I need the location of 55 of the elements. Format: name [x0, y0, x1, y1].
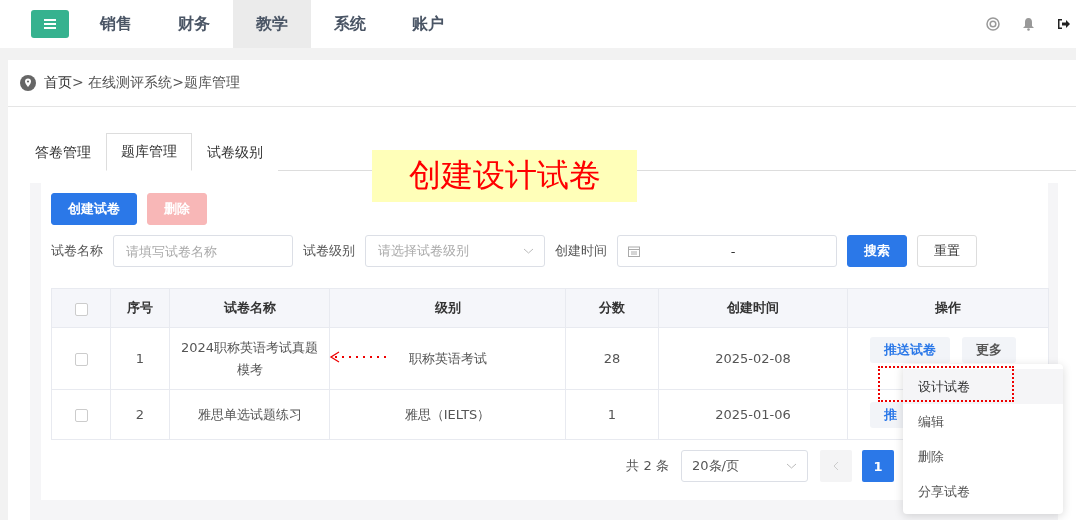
push-button[interactable]: 推送试卷	[870, 336, 950, 363]
table-cell: 2	[110, 389, 170, 440]
table-cell: 1	[110, 327, 170, 390]
chevron-down-icon	[786, 463, 797, 469]
chevron-left-icon	[833, 461, 839, 471]
table-cell: 1	[565, 389, 659, 440]
search-button[interactable]: 搜索	[847, 235, 907, 267]
column-header: 序号	[110, 288, 170, 328]
menu-item[interactable]: 分享试卷	[903, 474, 1063, 509]
menu-item[interactable]: 设计试卷	[903, 369, 1063, 404]
nav-item[interactable]: 销售	[77, 0, 155, 48]
chevron-down-icon	[523, 248, 534, 254]
breadcrumb-home[interactable]: 首页	[44, 74, 72, 92]
filter-label: 创建时间	[555, 242, 607, 260]
nav-item[interactable]: 教学	[233, 0, 311, 48]
location-pin-icon	[20, 75, 36, 91]
annotation-note: 创建设计试卷	[372, 150, 637, 202]
nav-item[interactable]: 账户	[389, 0, 467, 48]
create-button[interactable]: 创建试卷	[51, 193, 137, 225]
filter-label: 试卷级别	[303, 242, 355, 260]
total-count: 共 2 条	[626, 457, 669, 475]
table-cell: 雅思（IELTS）	[329, 389, 566, 440]
select-all-checkbox[interactable]	[74, 302, 88, 316]
bell-icon[interactable]	[1022, 17, 1035, 31]
lifebuoy-icon[interactable]	[986, 17, 1000, 31]
table-cell: 职称英语考试	[329, 327, 566, 390]
calendar-icon	[628, 245, 640, 257]
name-field[interactable]: 请填写试卷名称	[113, 235, 293, 267]
tab[interactable]: 题库管理	[106, 133, 192, 171]
table-cell: 2025-02-08	[658, 327, 848, 390]
sign-out-icon[interactable]	[1057, 18, 1070, 30]
menu-icon	[44, 19, 56, 29]
row-checkbox[interactable]	[74, 408, 88, 422]
column-header: 分数	[565, 288, 659, 328]
filter-label: 试卷名称	[51, 242, 103, 260]
column-header: 级别	[329, 288, 566, 328]
more-button[interactable]: 更多	[962, 336, 1016, 363]
menu-item[interactable]: 删除	[903, 439, 1063, 474]
reset-button[interactable]: 重置	[917, 235, 977, 267]
table-cell: 2025-01-06	[658, 389, 848, 440]
table-cell: 2024职称英语考试真题模考	[169, 327, 330, 390]
nav-item[interactable]: 财务	[155, 0, 233, 48]
page-button[interactable]: 1	[862, 450, 894, 482]
column-header: 创建时间	[658, 288, 848, 328]
page-size-select[interactable]: 20条/页	[681, 450, 808, 482]
column-header: 试卷名称	[169, 288, 330, 328]
breadcrumb-path: > 在线测评系统>题库管理	[72, 74, 240, 92]
table-cell: 雅思单选试题练习	[169, 389, 330, 440]
table-cell: 28	[565, 327, 659, 390]
column-header: 操作	[847, 288, 1049, 328]
date-range-field[interactable]: -	[617, 235, 837, 267]
row-checkbox[interactable]	[74, 352, 88, 366]
menu-item[interactable]: 编辑	[903, 404, 1063, 439]
nav-item[interactable]: 系统	[311, 0, 389, 48]
menu-button[interactable]	[31, 10, 69, 38]
